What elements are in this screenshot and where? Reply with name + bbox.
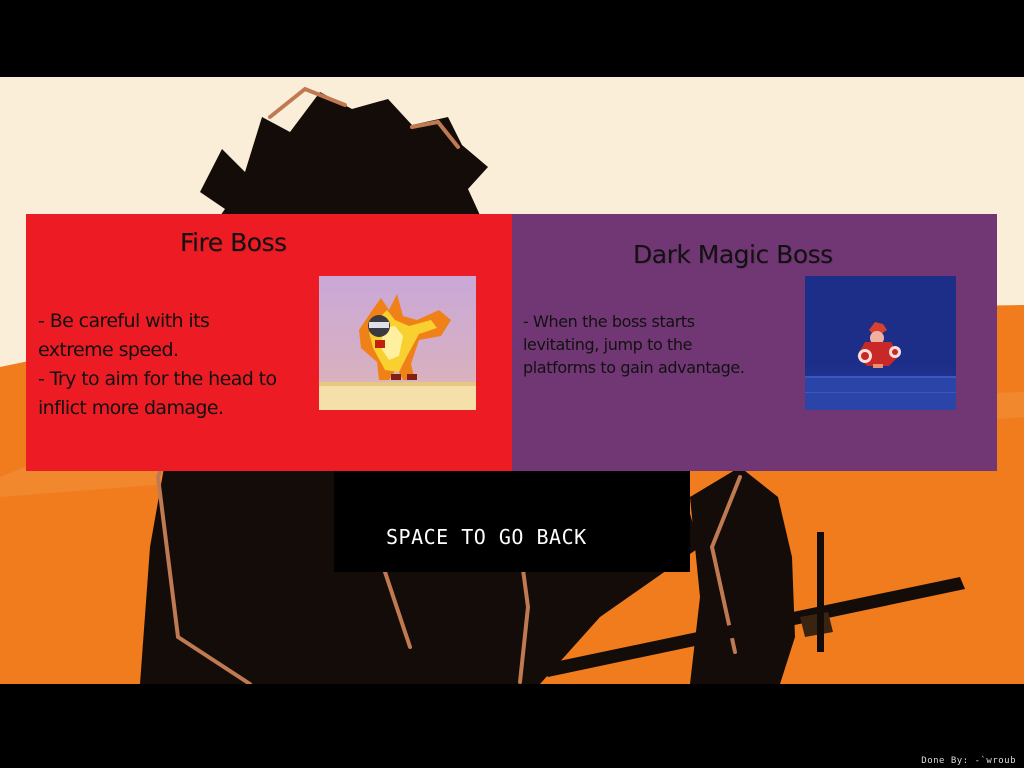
- fire-boss-tip-line: extreme speed.: [38, 339, 179, 361]
- dark-magic-boss-tip-line: platforms to gain advantage.: [523, 358, 745, 377]
- dark-magic-boss-tip-line: levitating, jump to the: [523, 335, 693, 354]
- fire-boss-tip-line: - Try to aim for the head to: [38, 368, 277, 390]
- fire-boss-tip-line: inflict more damage.: [38, 397, 224, 419]
- dark-magic-boss-tips: - When the boss starts levitating, jump …: [523, 310, 745, 379]
- dark-magic-boss-tip-line: - When the boss starts: [523, 312, 695, 331]
- credit-text: Done By: -`wroub: [921, 756, 1016, 766]
- fire-boss-title: Fire Boss: [180, 228, 287, 257]
- letterbox-top: [0, 0, 1024, 77]
- fire-boss-tip-line: - Be careful with its: [38, 310, 210, 332]
- dark-magic-boss-sprite-icon: [805, 276, 956, 410]
- fire-boss-tips: - Be careful with its extreme speed. - T…: [38, 307, 277, 423]
- dark-magic-boss-title: Dark Magic Boss: [633, 240, 833, 269]
- back-prompt-label: SPACE TO GO BACK: [386, 525, 587, 549]
- back-prompt-box[interactable]: SPACE TO GO BACK: [334, 471, 690, 572]
- fire-boss-panel: Fire Boss - Be careful with its extreme …: [26, 214, 512, 471]
- dark-magic-boss-screenshot: [805, 276, 956, 410]
- dark-magic-boss-panel: Dark Magic Boss - When the boss starts l…: [512, 214, 997, 471]
- fire-boss-sprite-icon: [319, 276, 476, 410]
- letterbox-bottom: [0, 684, 1024, 768]
- fire-boss-screenshot: [319, 276, 476, 410]
- boss-tips-screen: Fire Boss - Be careful with its extreme …: [0, 0, 1024, 768]
